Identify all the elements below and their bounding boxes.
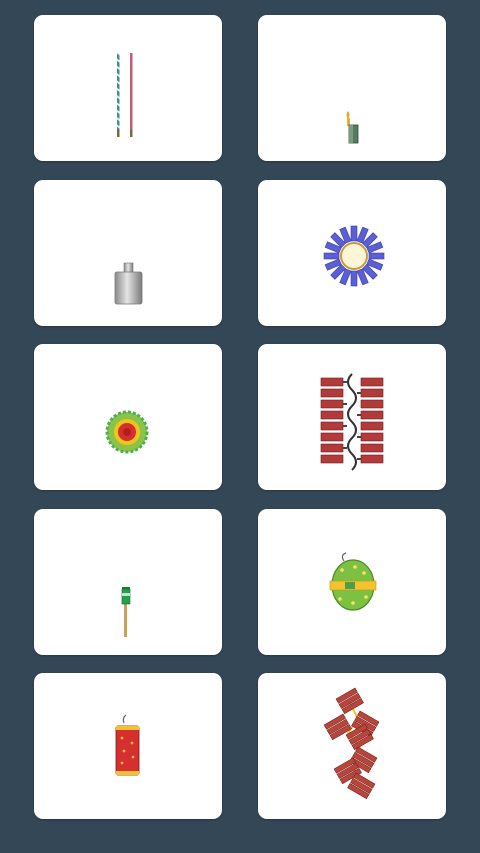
firework-card-string[interactable] bbox=[258, 344, 446, 490]
firework-card-bomb[interactable] bbox=[258, 509, 446, 655]
firework-card-shell[interactable] bbox=[34, 180, 222, 326]
cracker-chain-icon bbox=[323, 687, 380, 800]
purple-wheel-icon bbox=[323, 225, 385, 287]
firecracker-string-icon bbox=[320, 373, 384, 471]
candle-firecracker-icon bbox=[346, 111, 359, 144]
firework-card-sparkler[interactable] bbox=[34, 15, 222, 161]
firework-card-cylinder[interactable] bbox=[34, 673, 222, 819]
firework-card-chain[interactable] bbox=[258, 673, 446, 819]
sparkler-sticks-icon bbox=[117, 53, 133, 137]
rocket-icon bbox=[121, 587, 131, 637]
red-cylinder-cracker-icon bbox=[115, 714, 140, 776]
firework-card-candle[interactable] bbox=[258, 15, 446, 161]
green-bomb-icon bbox=[329, 552, 377, 611]
firework-card-rocket[interactable] bbox=[34, 509, 222, 655]
firework-card-spinner[interactable] bbox=[34, 344, 222, 490]
silver-shell-icon bbox=[114, 262, 143, 305]
firework-card-wheel[interactable] bbox=[258, 180, 446, 326]
fireworks-grid bbox=[0, 0, 480, 853]
ground-spinner-icon bbox=[105, 410, 149, 454]
